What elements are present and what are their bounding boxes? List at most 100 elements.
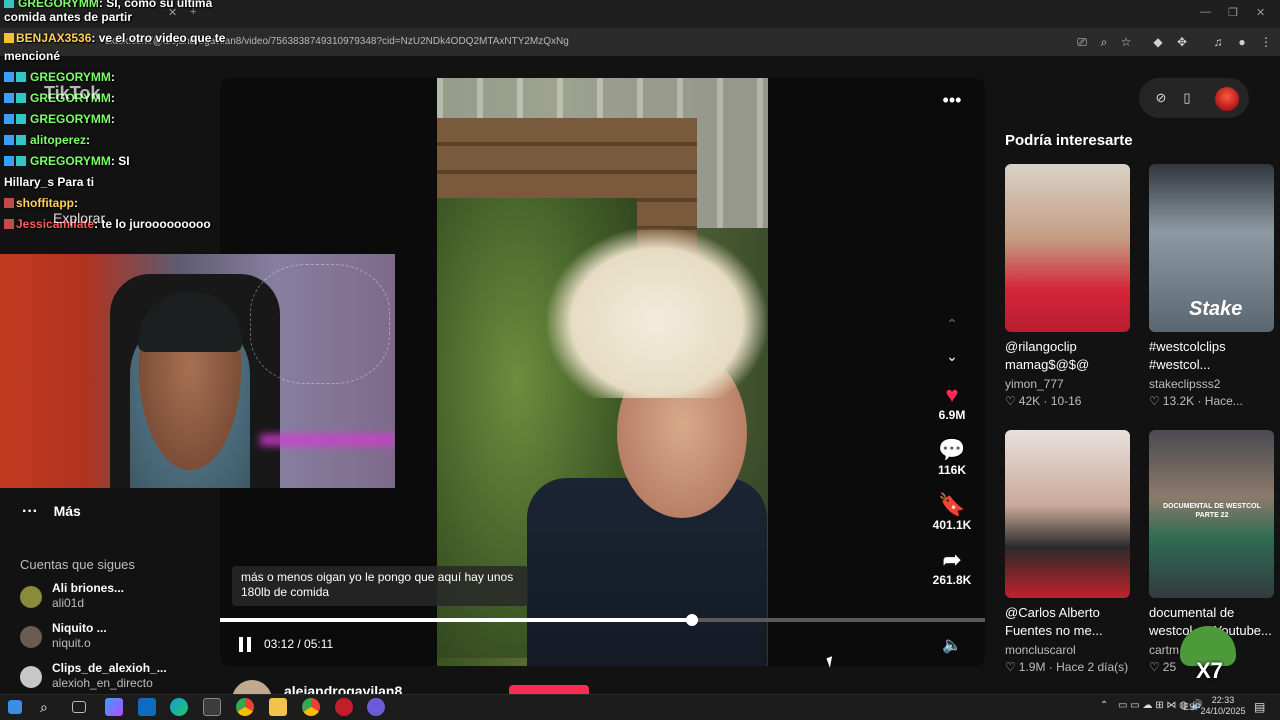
progress-knob[interactable] (686, 614, 698, 626)
card-author[interactable]: moncluscarol (1005, 643, 1130, 657)
profile-icon[interactable]: ● (1234, 34, 1250, 50)
maximize-icon[interactable]: ❐ (1228, 6, 1238, 19)
card-author[interactable]: yimon_777 (1005, 377, 1130, 391)
thumbnail[interactable]: DOCUMENTAL DE WESTCOL PARTE 22 (1149, 430, 1274, 598)
bookmark-star-icon[interactable]: ☆ (1118, 34, 1134, 50)
coin-icon[interactable]: ⊘ (1151, 88, 1171, 108)
card-author[interactable]: stakeclipsss2 (1149, 377, 1274, 391)
file-explorer-icon[interactable] (269, 698, 287, 716)
cowboy-hat (547, 228, 767, 398)
card-title[interactable]: @Carlos Alberto Fuentes no me... (1005, 604, 1130, 640)
save-button[interactable]: 🔖 401.1K (927, 492, 977, 532)
store-icon[interactable] (203, 698, 221, 716)
thumb-text: DOCUMENTAL DE WESTCOL PARTE 22 (1163, 503, 1261, 519)
windows-taskbar (0, 694, 1280, 720)
task-view-icon[interactable] (72, 701, 86, 713)
chevron-up-icon[interactable]: ⌃ (940, 316, 964, 336)
sidebar-item-more[interactable]: ··· Más (22, 503, 81, 521)
chrome-icon-2[interactable] (302, 698, 320, 716)
chat-message: GREGORYMM: SI (4, 152, 130, 170)
copilot-icon[interactable] (105, 698, 123, 716)
top-right-actions: ⊘ ▯ (1139, 78, 1249, 118)
sidebar-item-explore[interactable]: Explorar (53, 210, 105, 226)
more-options-icon[interactable]: ••• (940, 90, 964, 110)
video-caption: más o menos oigan yo le pongo que aquí h… (232, 566, 528, 606)
thumb-text: Stake (1189, 298, 1243, 320)
recommendations-title: Podría interesarte (1005, 132, 1133, 149)
zoom-icon[interactable]: ⌕ (1096, 34, 1112, 50)
minimize-icon[interactable]: — (1200, 6, 1211, 18)
windows-start-icon[interactable] (8, 700, 22, 714)
chevron-down-icon[interactable]: ⌄ (940, 348, 964, 368)
chat-message: Hillary_s Para ti (4, 175, 95, 189)
media-icon[interactable]: ♫ (1210, 34, 1226, 50)
share-button[interactable]: ➦ 261.8K (927, 547, 977, 587)
card-title[interactable]: #westcolclips #westcol... (1149, 338, 1274, 374)
time-display: 03:12 / 05:11 (264, 637, 334, 651)
avatar (20, 626, 42, 648)
tray-chevron-icon[interactable]: ⌃ (1100, 700, 1108, 711)
cast-icon[interactable]: ⎚ (1074, 34, 1090, 50)
following-title: Cuentas que sigues (20, 557, 135, 572)
pause-icon (239, 637, 243, 652)
tiktok-logo[interactable]: TikTok (44, 83, 100, 104)
pause-button[interactable] (237, 635, 255, 655)
heart-icon: ♥ (945, 382, 959, 407)
neon-light (260, 434, 395, 446)
sub-badge-icon (4, 198, 14, 208)
sub-badge-icon (4, 93, 14, 103)
app-icon[interactable] (335, 698, 353, 716)
outlook-icon[interactable] (138, 698, 156, 716)
clock[interactable]: 22:33 24/10/2025 (1198, 695, 1248, 717)
progress-fill (220, 618, 692, 622)
recommendation-card[interactable]: @Carlos Alberto Fuentes no me... monclus… (1005, 430, 1130, 674)
heart-outline-icon: ♡ (1149, 660, 1160, 674)
chrome-icon[interactable] (236, 698, 254, 716)
sub-badge-icon (4, 72, 14, 82)
device-icon[interactable]: ▯ (1177, 88, 1197, 108)
thumbnail[interactable]: Stake (1149, 164, 1274, 332)
spider-web-decor (250, 264, 390, 384)
author-avatar[interactable] (232, 680, 272, 694)
author-row[interactable]: alejandrogavilan8 (232, 680, 732, 694)
sub-badge-icon (16, 72, 26, 82)
followed-account[interactable]: Niquito ... niquit.o (20, 620, 200, 656)
edge-icon[interactable] (170, 698, 188, 716)
followed-account[interactable]: Clips_de_alexioh_... alexioh_en_directo (20, 660, 200, 696)
sub-badge-icon (4, 219, 14, 229)
share-count: 261.8K (932, 573, 972, 587)
sub-badge-icon (4, 156, 14, 166)
user-avatar[interactable] (1215, 87, 1239, 111)
recommendation-card[interactable]: Stake #westcolclips #westcol... stakecli… (1149, 164, 1274, 408)
thumbnail[interactable] (1005, 430, 1130, 598)
obs-icon[interactable] (367, 698, 385, 716)
volume-icon[interactable]: 🔈 (942, 635, 964, 655)
like-button[interactable]: ♥ 6.9M (927, 382, 977, 422)
chat-message: alitoperez: (4, 131, 90, 149)
search-icon[interactable]: ⌕ (40, 698, 58, 716)
heart-outline-icon: ♡ (1149, 394, 1160, 408)
sub-badge-icon (4, 0, 14, 8)
puzzle-icon[interactable]: ✥ (1174, 34, 1190, 50)
recommendation-card[interactable]: @rilangoclip mamag$@$@ yimon_777 ♡ 42K · … (1005, 164, 1130, 408)
notification-icon[interactable]: ▤ (1254, 700, 1265, 714)
card-title[interactable]: @rilangoclip mamag$@$@ (1005, 338, 1130, 374)
chat-message: BENJAX3536: ve el otro video que te (4, 29, 225, 47)
extension-icon[interactable]: ◆ (1150, 34, 1166, 50)
followed-account[interactable]: Ali briones... ali01d (20, 580, 200, 616)
avatar (20, 586, 42, 608)
author-name[interactable]: alejandrogavilan8 (284, 683, 402, 694)
comment-button[interactable]: 💬 116K (927, 437, 977, 477)
sub-badge-icon (4, 114, 14, 124)
comment-icon: 💬 (938, 437, 966, 462)
close-icon[interactable]: ✕ (1256, 6, 1265, 19)
menu-icon[interactable]: ⋮ (1258, 34, 1274, 50)
share-icon: ➦ (942, 547, 962, 572)
save-count: 401.1K (932, 518, 972, 532)
heart-outline-icon: ♡ (1005, 660, 1016, 674)
thumbnail[interactable] (1005, 164, 1130, 332)
url-field[interactable]: tiktok.com/@alejandrogavilan8/video/7563… (105, 33, 1045, 51)
streamer-webcam (0, 254, 395, 488)
avatar (20, 666, 42, 688)
chat-message: comida antes de partir (4, 10, 133, 24)
